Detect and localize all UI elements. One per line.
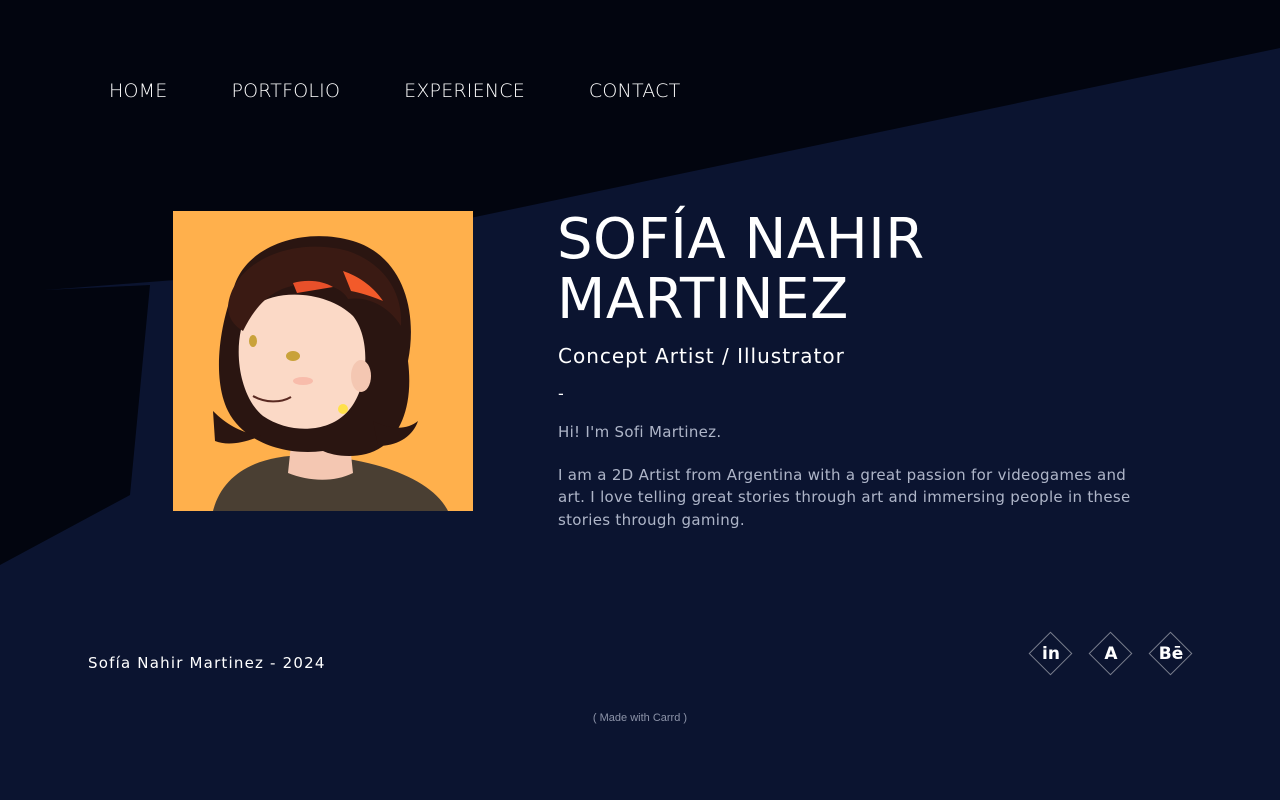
job-title: Concept Artist / Illustrator: [558, 344, 845, 368]
page: HOME PORTFOLIO EXPERIENCE CONTACT SOFÍA …: [0, 0, 1280, 800]
profile-portrait: [173, 211, 473, 511]
artstation-icon: A: [1104, 644, 1118, 664]
bio-greeting: Hi! I'm Sofi Martinez.: [558, 423, 722, 441]
linkedin-icon: in: [1042, 644, 1060, 664]
linkedin-link[interactable]: in: [1028, 631, 1074, 677]
footer-copyright: Sofía Nahir Martinez - 2024: [88, 654, 326, 672]
name-line-1: SOFÍA NAHIR: [557, 207, 925, 272]
divider: -: [558, 384, 564, 403]
portrait-illustration: [213, 236, 448, 511]
page-title: SOFÍA NAHIR MARTINEZ: [557, 210, 1157, 330]
bio: Hi! I'm Sofi Martinez. I am a 2D Artist …: [558, 421, 1158, 551]
name-line-2: MARTINEZ: [557, 267, 849, 332]
artstation-link[interactable]: A: [1088, 631, 1134, 677]
social-links: in A Bē: [1028, 631, 1208, 677]
bio-body: I am a 2D Artist from Argentina with a g…: [558, 465, 1131, 529]
nav-home[interactable]: HOME: [109, 78, 167, 104]
nav-portfolio[interactable]: PORTFOLIO: [231, 78, 340, 104]
main-nav: HOME PORTFOLIO EXPERIENCE CONTACT: [109, 78, 744, 104]
nav-experience[interactable]: EXPERIENCE: [404, 78, 525, 104]
behance-link[interactable]: Bē: [1148, 631, 1194, 677]
nav-contact[interactable]: CONTACT: [589, 78, 681, 104]
made-with-carrd-link[interactable]: ( Made with Carrd ): [0, 711, 1280, 725]
behance-icon: Bē: [1158, 644, 1184, 664]
